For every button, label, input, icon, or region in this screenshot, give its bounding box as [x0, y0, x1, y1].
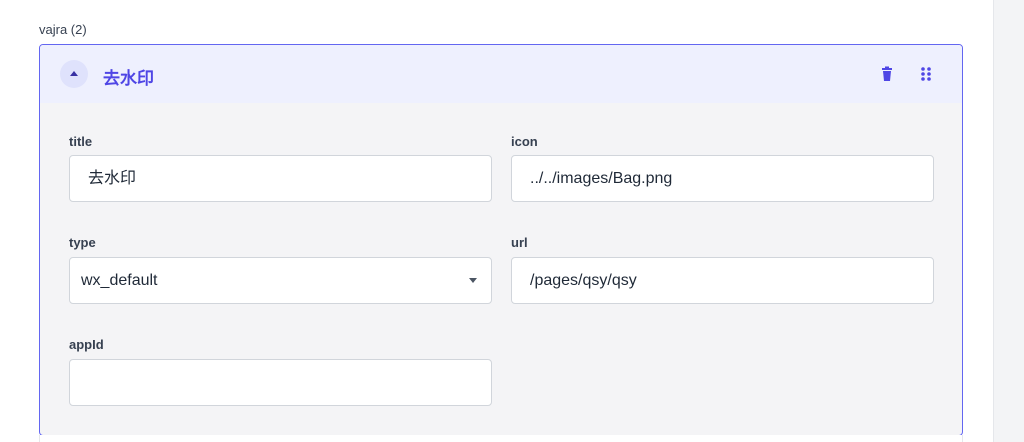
title-input[interactable]: 去水印 — [69, 155, 492, 202]
chevron-up-icon[interactable] — [60, 60, 88, 88]
type-select[interactable]: wx_default — [69, 257, 492, 304]
type-label: type — [69, 235, 96, 250]
card-title: 去水印 — [103, 69, 154, 88]
appid-input[interactable] — [69, 359, 492, 406]
url-input[interactable]: /pages/qsy/qsy — [511, 257, 934, 304]
title-label: title — [69, 134, 93, 149]
drag-handle-icon[interactable] — [916, 64, 936, 84]
appid-label: appId — [69, 337, 104, 352]
section-label: vajra (2) — [39, 22, 87, 37]
trash-icon[interactable] — [877, 64, 897, 84]
url-label: url — [511, 235, 528, 250]
icon-label: icon — [511, 134, 538, 149]
next-card-edge — [39, 435, 963, 442]
form-panel: vajra (2) 去水印 title 去水印 icon ../../image… — [0, 0, 994, 442]
type-selected-value: wx_default — [81, 272, 158, 289]
vajra-item-card: 去水印 title 去水印 icon ../../images/Bag.png … — [39, 44, 963, 436]
icon-input[interactable]: ../../images/Bag.png — [511, 155, 934, 202]
caret-down-icon — [469, 278, 477, 283]
card-header[interactable]: 去水印 — [40, 45, 962, 103]
